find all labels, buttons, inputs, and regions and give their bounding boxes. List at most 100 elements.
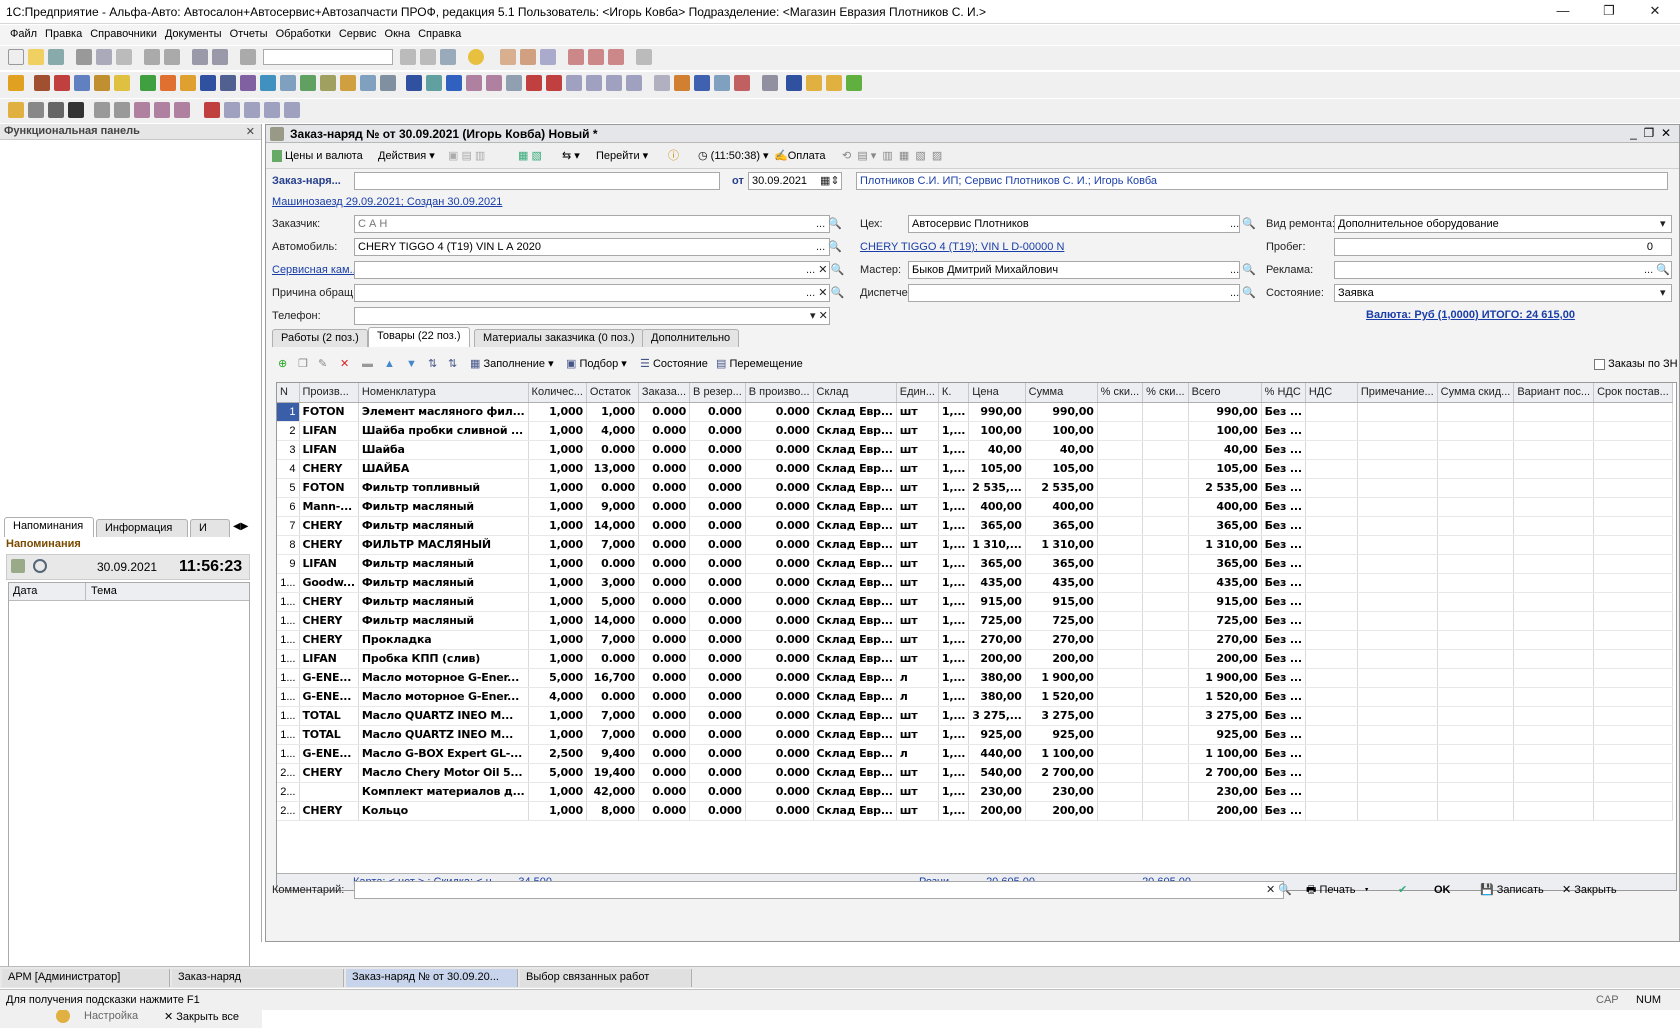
table-cell[interactable] <box>1097 516 1144 536</box>
car-link[interactable]: CHERY TIGGO 4 (T19); VIN L D-00000 N <box>860 241 1064 253</box>
table-cell[interactable] <box>1513 497 1595 517</box>
table-cell[interactable]: 365,00 <box>1025 554 1098 574</box>
table-cell[interactable]: 1,... <box>938 801 970 821</box>
column-header[interactable]: Заказа... <box>638 383 691 403</box>
table-cell[interactable]: Масло G-BOX Expert GL-... <box>358 744 529 764</box>
table-cell[interactable]: 1,000 <box>528 649 587 669</box>
table-cell[interactable]: 2,500 <box>528 744 587 764</box>
table-row[interactable]: 5 FOTON Фильтр топливный 1,000 0.000 0.000 0.0… <box>277 478 1673 498</box>
menu-edit[interactable]: Правка <box>41 25 86 40</box>
table-cell[interactable]: 1,000 <box>528 554 587 574</box>
table-cell[interactable]: шт <box>896 535 939 555</box>
close-all-button[interactable]: ✕ Закрыть все <box>164 1010 239 1023</box>
table-cell[interactable] <box>1513 744 1595 764</box>
table-cell[interactable]: 1,000 <box>528 516 587 536</box>
table-cell[interactable]: 1,000 <box>528 459 587 479</box>
table-cell[interactable]: Склад Евр... <box>813 725 897 745</box>
table-cell[interactable]: 1,... <box>938 706 970 726</box>
table-cell[interactable]: Масло моторное G-Ener... <box>358 687 529 707</box>
redo-icon[interactable] <box>212 49 228 65</box>
table-cell[interactable] <box>1305 706 1358 726</box>
table-cell[interactable]: 5,000 <box>528 763 587 783</box>
ledger-icon[interactable] <box>734 75 750 91</box>
table-cell[interactable]: 1,000 <box>528 421 587 441</box>
tasks-icon[interactable] <box>506 75 522 91</box>
table-cell[interactable] <box>1437 649 1515 669</box>
help-doc-icon[interactable]: ⓘ <box>668 147 679 165</box>
table-cell[interactable]: 435,00 <box>1188 573 1262 593</box>
table-cell[interactable] <box>1593 402 1673 422</box>
table-cell[interactable]: 2 535,00 <box>1025 478 1098 498</box>
table-cell[interactable]: Без ... <box>1261 554 1306 574</box>
prices-button[interactable]: Цены и валюта <box>272 147 363 165</box>
table-cell[interactable]: 1 310,00 <box>1188 535 1262 555</box>
table-cell[interactable] <box>1437 706 1515 726</box>
table-cell[interactable] <box>1142 668 1189 688</box>
visit-link[interactable]: Машинозаезд 29.09.2021; Создан 30.09.202… <box>272 196 502 208</box>
waybill-c-icon[interactable] <box>174 102 190 118</box>
table-cell[interactable] <box>1305 687 1358 707</box>
table-cell[interactable]: Масло моторное G-Ener... <box>358 668 529 688</box>
info-icon[interactable] <box>468 49 485 65</box>
table-cell[interactable] <box>1593 630 1673 650</box>
table-cell[interactable]: Без ... <box>1261 725 1306 745</box>
table-cell[interactable] <box>1513 668 1595 688</box>
column-header[interactable]: НДС <box>1305 383 1358 403</box>
table-cell[interactable]: 0.000 <box>745 402 814 422</box>
table-cell[interactable] <box>1593 554 1673 574</box>
table-cell[interactable]: шт <box>896 725 939 745</box>
doc-window-controls[interactable]: _ ❐ ✕ <box>1630 126 1671 140</box>
table-cell[interactable]: 0.000 <box>689 592 746 612</box>
car-icon[interactable] <box>28 102 44 118</box>
table-cell[interactable] <box>1593 497 1673 517</box>
table-cell[interactable]: 365,00 <box>1188 516 1262 536</box>
table-cell[interactable]: 9 <box>277 554 300 574</box>
bar-chart-icon[interactable] <box>694 75 710 91</box>
col-date[interactable]: Дата <box>13 585 37 597</box>
table-cell[interactable]: Без ... <box>1261 440 1306 460</box>
table-cell[interactable]: CHERY <box>299 459 359 479</box>
table-cell[interactable]: 1 100,00 <box>1188 744 1262 764</box>
doc-list-icon[interactable] <box>280 75 296 91</box>
table-cell[interactable]: 270,00 <box>968 630 1026 650</box>
table-cell[interactable]: 0.000 <box>745 611 814 631</box>
table-cell[interactable]: 1,000 <box>528 782 587 802</box>
table-cell[interactable]: 1,... <box>938 402 970 422</box>
print-button[interactable]: 🖶 Печать ▾ <box>1306 881 1369 899</box>
table-cell[interactable] <box>1305 535 1358 555</box>
tab-goods[interactable]: Товары (22 поз.) <box>368 327 470 347</box>
table-cell[interactable] <box>1593 763 1673 783</box>
helper-icon[interactable] <box>762 75 778 91</box>
table-cell[interactable]: 3 275,00 <box>1025 706 1098 726</box>
table-cell[interactable] <box>1097 592 1144 612</box>
table-cell[interactable] <box>1357 440 1438 460</box>
table-cell[interactable]: 200,00 <box>1188 649 1262 669</box>
table-cell[interactable]: 2 <box>277 421 300 441</box>
table-cell[interactable]: Элемент масляного фил... <box>358 402 529 422</box>
menu-file[interactable]: Файл <box>6 25 41 40</box>
table-cell[interactable]: 925,00 <box>968 725 1026 745</box>
car-field[interactable]: CHERY TIGGO 4 (T19) VIN L А 2020 <box>354 238 830 256</box>
table-cell[interactable]: 435,00 <box>968 573 1026 593</box>
table-cell[interactable] <box>1305 763 1358 783</box>
actions-button[interactable]: Действия ▾ <box>378 147 435 165</box>
table-cell[interactable]: 0.000 <box>638 554 691 574</box>
table-cell[interactable] <box>1437 611 1515 631</box>
table-cell[interactable]: Масло QUARTZ INEO M... <box>358 725 529 745</box>
new-doc-icon[interactable] <box>8 49 24 65</box>
table-cell[interactable]: 0.000 <box>689 687 746 707</box>
table-cell[interactable]: Без ... <box>1261 782 1306 802</box>
table-cell[interactable]: CHERY <box>299 630 359 650</box>
table-cell[interactable] <box>1513 440 1595 460</box>
table-cell[interactable]: Комплект материалов д... <box>358 782 529 802</box>
table-cell[interactable] <box>1357 611 1438 631</box>
table-cell[interactable] <box>1357 497 1438 517</box>
car-select-icon[interactable]: ... 🔍 <box>816 240 842 253</box>
column-header[interactable]: Склад <box>813 383 897 403</box>
column-header[interactable]: Номенклатура <box>358 383 529 403</box>
table-cell[interactable]: 1,... <box>938 630 970 650</box>
menu-windows[interactable]: Окна <box>381 25 415 40</box>
m-plus-icon[interactable] <box>588 49 605 65</box>
table-cell[interactable] <box>1142 592 1189 612</box>
table-cell[interactable]: Фильтр масляный <box>358 592 529 612</box>
